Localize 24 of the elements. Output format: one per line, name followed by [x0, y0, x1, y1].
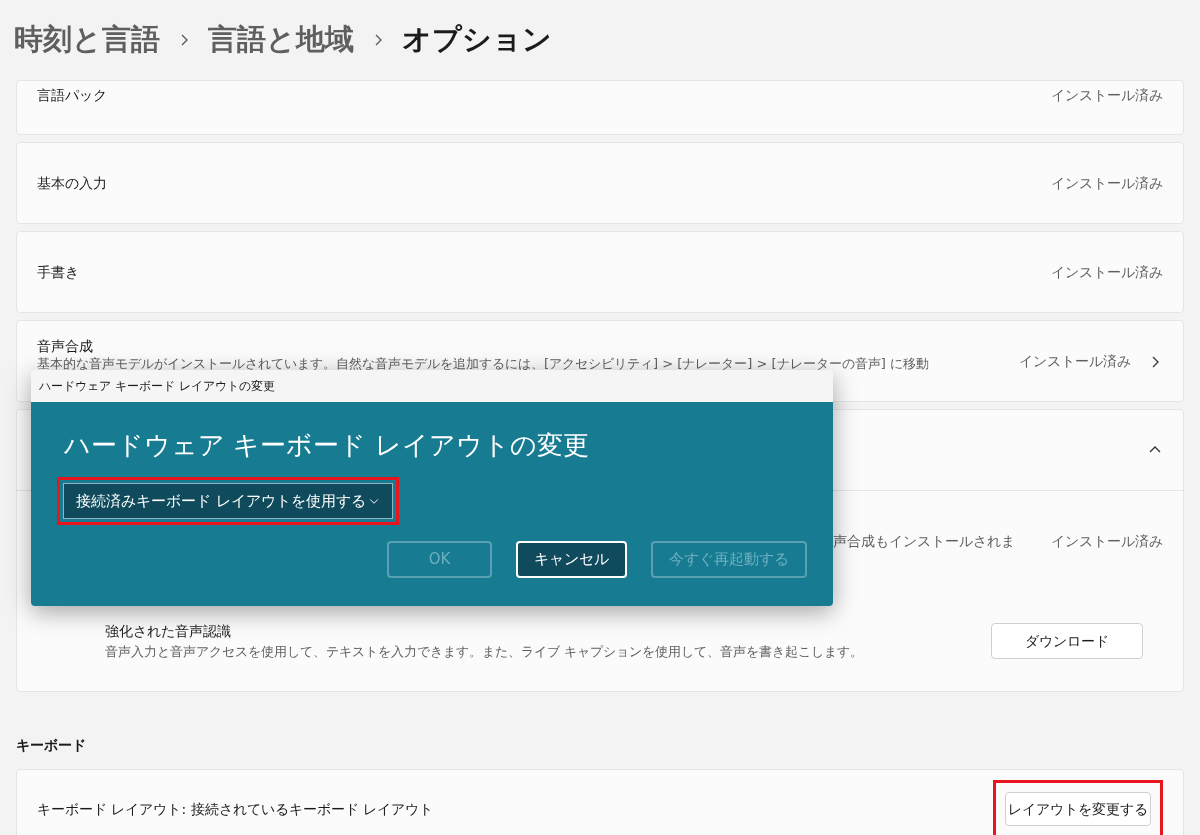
breadcrumb-item[interactable]: 時刻と言語	[14, 18, 160, 62]
status-text: インストール済み	[1051, 86, 1163, 105]
section-heading: キーボード	[16, 736, 87, 755]
feature-description: 基本的な音声モデルがインストールされています。自然な音声モデルを追加するには、[アクセシビリティ] > [ナレーター] > [ナレーターの音声] に移動	[37, 355, 929, 373]
breadcrumb-item[interactable]: 言語と地域	[208, 18, 354, 62]
dialog-heading: ハードウェア キーボード レイアウトの変更	[64, 429, 590, 462]
feature-title: 言語パック	[37, 86, 107, 105]
feature-title: 音声合成	[37, 337, 94, 355]
feature-title: 手書き	[37, 262, 79, 282]
status-text: インストール済み	[1051, 262, 1163, 282]
dialog-button[interactable]: キャンセル	[516, 541, 627, 578]
download-button[interactable]: ダウンロード	[991, 623, 1143, 659]
status-text: インストール済み	[1051, 531, 1163, 551]
keyboard-layout-label: キーボード レイアウト: 接続されているキーボード レイアウト	[37, 799, 434, 819]
change-layout-button[interactable]: レイアウトを変更する	[1005, 792, 1151, 826]
feature-description: 音声入力と音声アクセスを使用して、テキストを入力できます。また、ライブ キャプションを使用して、音声を書き起こします。	[105, 642, 864, 661]
feature-title: 基本の入力	[37, 173, 107, 193]
breadcrumb-item: オプション	[402, 21, 552, 59]
status-text: インストール済み	[1051, 173, 1163, 193]
window-title: ハードウェア キーボード レイアウトの変更	[39, 378, 275, 395]
feature-title: 強化された音声認識	[105, 621, 232, 641]
layout-dropdown[interactable]: 接続済みキーボード レイアウトを使用する	[63, 483, 393, 519]
feature-description: 声合成もインストールされま	[833, 531, 1015, 551]
status-text: インストール済み	[1019, 352, 1131, 371]
